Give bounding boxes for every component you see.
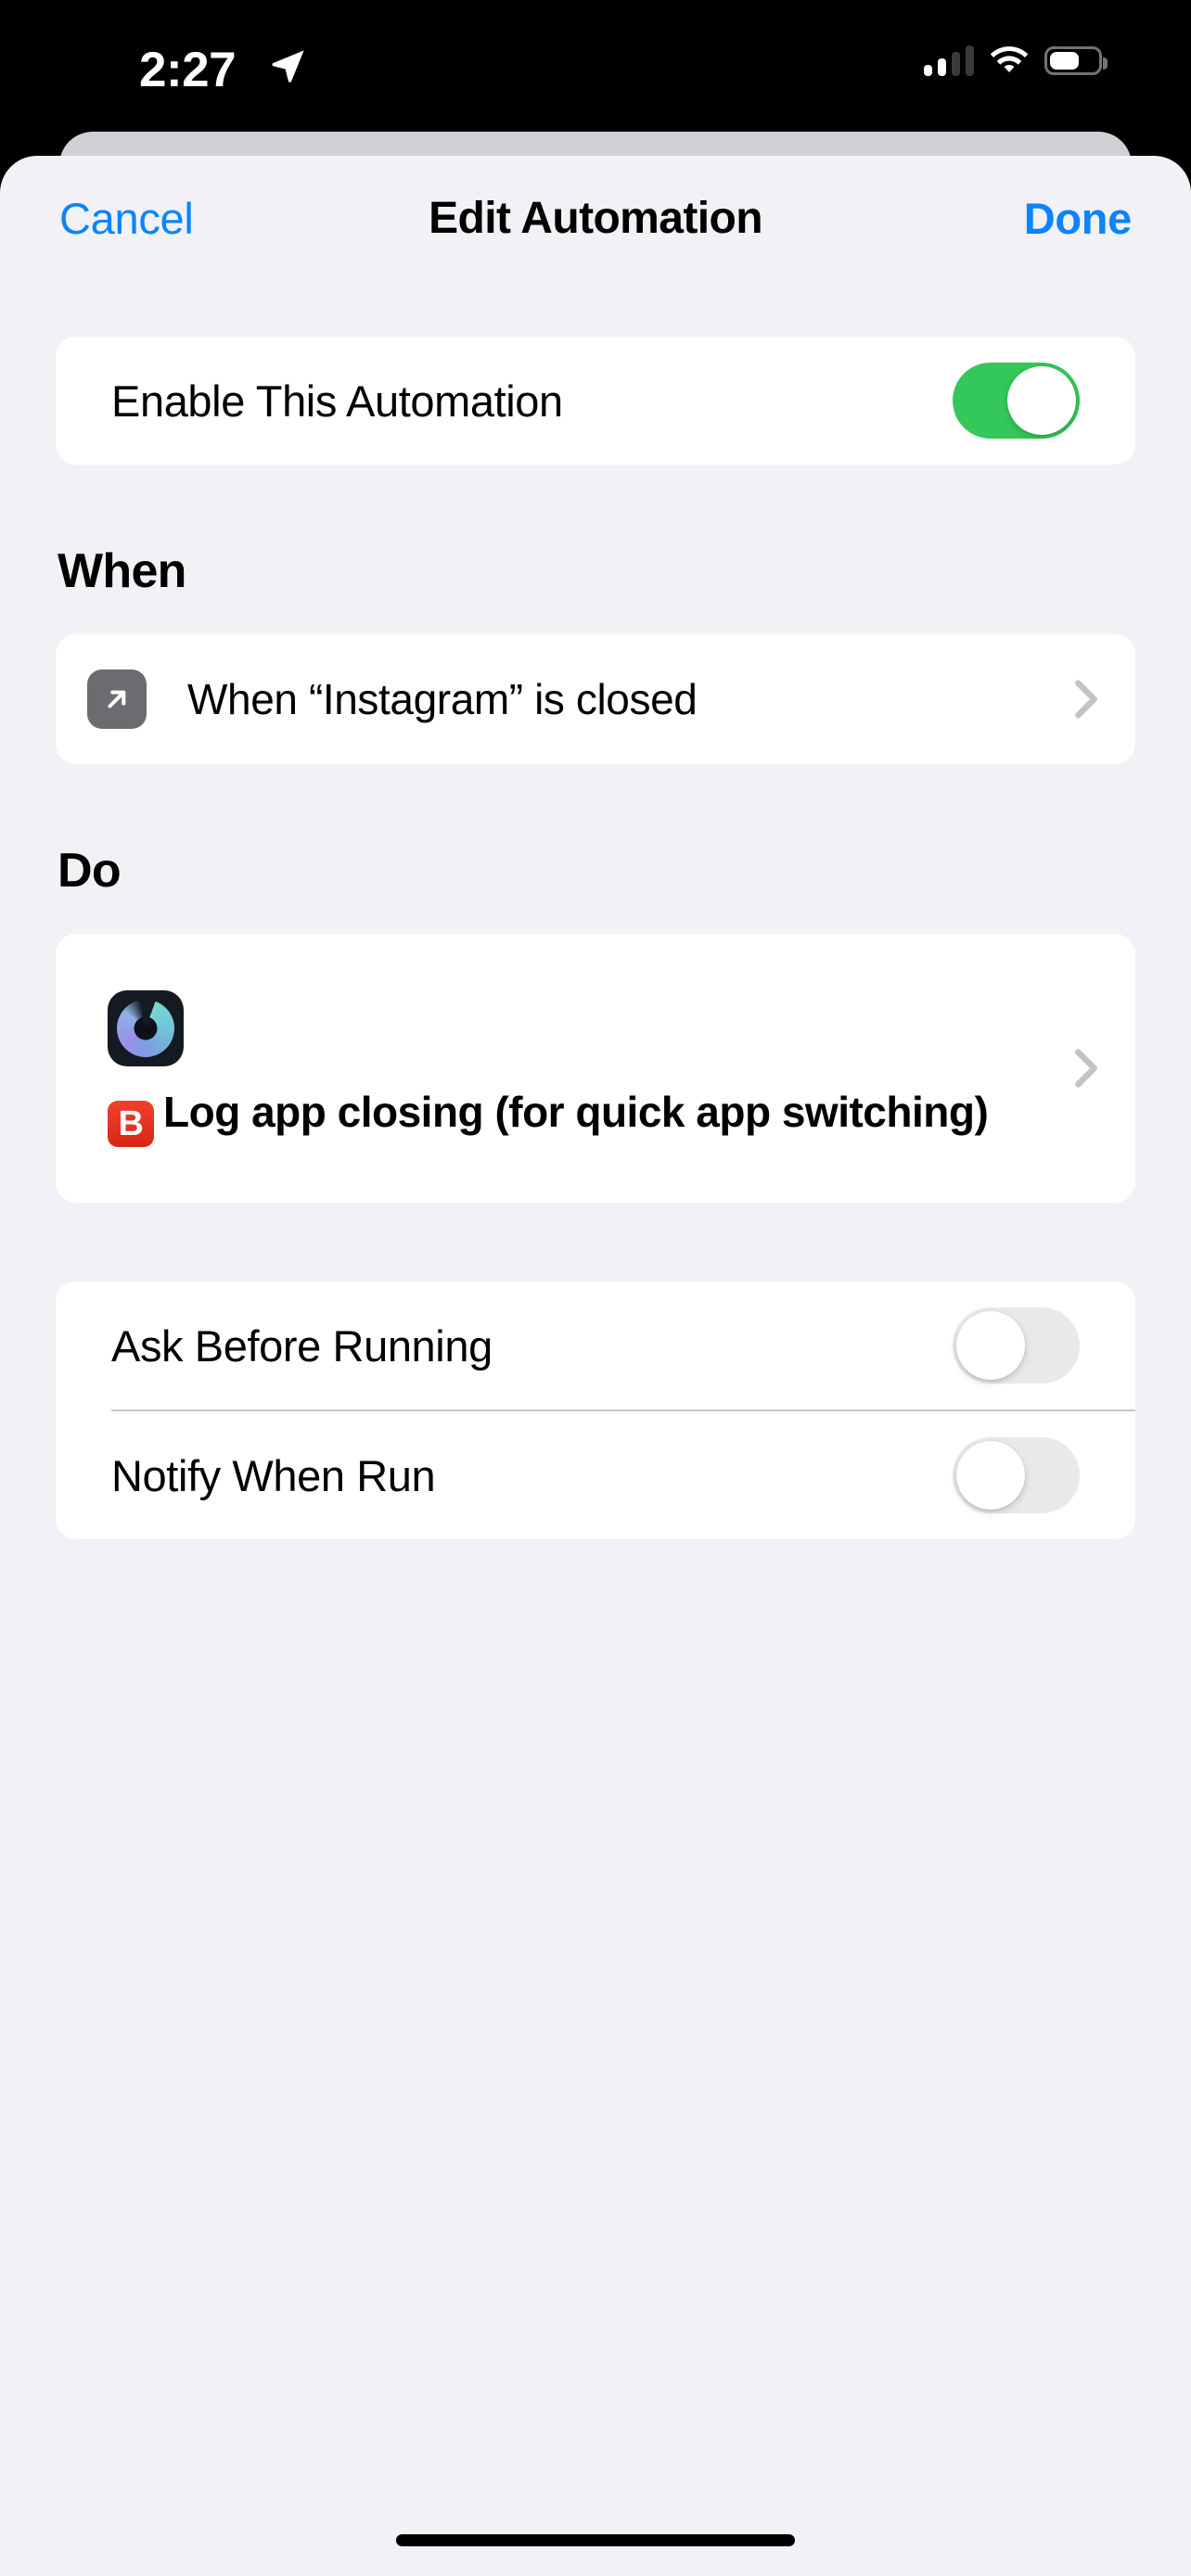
when-section-heading: When — [58, 544, 186, 598]
arrow-up-right-glyph — [108, 690, 126, 708]
wifi-icon — [990, 45, 1029, 72]
trigger-row[interactable]: When “Instagram” is closed — [56, 634, 1135, 764]
cancel-button[interactable]: Cancel — [59, 193, 194, 244]
options-card: Ask Before Running Notify When Run — [56, 1282, 1135, 1539]
trigger-label: When “Instagram” is closed — [187, 675, 698, 723]
sheet-content: Enable This Automation When When “Instag… — [0, 337, 1191, 1539]
location-arrow-icon — [272, 50, 304, 83]
battery-icon — [1044, 45, 1108, 75]
enable-automation-toggle[interactable] — [953, 363, 1080, 439]
toggle-knob — [956, 1311, 1025, 1380]
home-indicator[interactable] — [396, 2534, 795, 2546]
b-button-emoji: B — [108, 1100, 154, 1147]
chevron-right-icon — [1075, 1049, 1097, 1088]
phone-screen: 2:27 Cancel Edit Automation Done Enable … — [0, 0, 1191, 2576]
bear-app-icon — [108, 989, 184, 1066]
action-label: Log app closing (for quick app switching… — [163, 1087, 989, 1136]
status-bar-time: 2:27 — [139, 43, 237, 97]
status-bar: 2:27 — [0, 0, 1191, 144]
action-label-wrapper: B Log app closing (for quick app switchin… — [108, 1087, 1074, 1147]
do-section-heading: Do — [58, 844, 122, 898]
notify-when-run-label: Notify When Run — [111, 1450, 436, 1500]
enable-automation-row[interactable]: Enable This Automation — [56, 337, 1135, 465]
navigation-bar: Cancel Edit Automation Done — [0, 156, 1191, 281]
ask-before-running-label: Ask Before Running — [111, 1320, 493, 1371]
action-row[interactable]: B Log app closing (for quick app switchin… — [56, 934, 1135, 1203]
toggle-knob — [1007, 366, 1076, 435]
arrow-up-right-icon — [87, 670, 147, 729]
edit-automation-sheet: Cancel Edit Automation Done Enable This … — [0, 156, 1191, 2576]
enable-automation-label: Enable This Automation — [111, 376, 563, 426]
app-icon-notch — [143, 997, 149, 1026]
cellular-signal-icon — [924, 45, 974, 76]
notify-when-run-row[interactable]: Notify When Run — [56, 1411, 1135, 1539]
notify-when-run-toggle[interactable] — [953, 1437, 1080, 1513]
chevron-right-icon — [1075, 680, 1097, 719]
action-content: B Log app closing (for quick app switchin… — [108, 989, 1074, 1147]
ask-before-running-toggle[interactable] — [953, 1307, 1080, 1384]
status-bar-indicators — [924, 45, 1108, 76]
done-button[interactable]: Done — [1024, 193, 1133, 244]
toggle-knob — [956, 1441, 1025, 1510]
ask-before-running-row[interactable]: Ask Before Running — [56, 1282, 1135, 1409]
